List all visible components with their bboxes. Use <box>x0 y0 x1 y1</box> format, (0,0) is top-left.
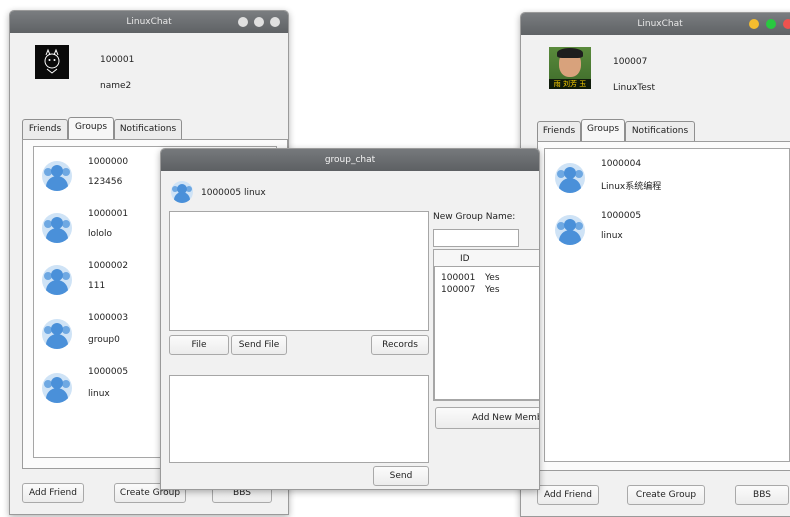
avatar[interactable]: 雨 刘芳 玉 <box>549 47 591 89</box>
group-name: linux <box>601 231 623 241</box>
records-button[interactable]: Records <box>371 335 429 355</box>
user-name: name2 <box>100 81 132 91</box>
window-title: group_chat <box>324 155 376 165</box>
title-bar[interactable]: LinuxChat <box>521 13 790 35</box>
group-avatar-icon <box>555 215 585 245</box>
window-title: LinuxChat <box>126 17 172 27</box>
tab-bar: Friends Groups Notifications <box>22 117 282 139</box>
group-id: 1000004 <box>601 159 642 169</box>
tab-friends[interactable]: Friends <box>22 119 68 139</box>
hair-icon <box>557 48 583 58</box>
close-button[interactable] <box>270 17 280 27</box>
linuxchat-window-right: LinuxChat 雨 刘芳 玉 100007 LinuxTest Friend… <box>520 12 790 517</box>
group-avatar-icon <box>42 373 72 403</box>
group-name: 123456 <box>88 177 123 187</box>
group-id: 1000001 <box>88 209 129 219</box>
group-id: 1000000 <box>88 157 129 167</box>
add-friend-button[interactable]: Add Friend <box>22 483 84 503</box>
group-id: 1000005 <box>88 367 129 377</box>
group-avatar-icon <box>42 319 72 349</box>
list-item[interactable]: 1000005 linux <box>545 207 785 259</box>
user-id: 100001 <box>100 55 135 65</box>
member-table[interactable]: ID 100001 Yes 100007 Yes <box>433 249 539 401</box>
tab-notifications[interactable]: Notifications <box>114 119 182 139</box>
send-file-button[interactable]: Send File <box>231 335 287 355</box>
add-friend-button[interactable]: Add Friend <box>537 485 599 505</box>
chat-header: 1000005 linux <box>201 188 266 198</box>
avatar[interactable] <box>35 45 69 79</box>
minimize-button[interactable] <box>749 19 759 29</box>
tab-friends[interactable]: Friends <box>537 121 581 141</box>
minimize-button[interactable] <box>238 17 248 27</box>
member-id: 100007 <box>441 285 476 295</box>
group-chat-window: group_chat 1000005 linux File Send File … <box>160 148 540 490</box>
tab-groups[interactable]: Groups <box>68 117 114 139</box>
group-name: group0 <box>88 335 120 345</box>
group-list[interactable]: 1000004 Linux系统编程 1000005 linux <box>544 148 790 462</box>
message-history[interactable] <box>169 211 429 331</box>
bbs-button[interactable]: BBS <box>735 485 789 505</box>
add-new-member-button[interactable]: Add New Member <box>435 407 539 429</box>
maximize-button[interactable] <box>254 17 264 27</box>
group-id: 1000003 <box>88 313 129 323</box>
table-row[interactable]: 100007 Yes <box>441 285 539 297</box>
send-button[interactable]: Send <box>373 466 429 486</box>
user-name: LinuxTest <box>613 83 655 93</box>
new-group-name-label: New Group Name: <box>433 212 516 222</box>
group-avatar-icon <box>171 181 193 203</box>
tab-groups[interactable]: Groups <box>581 119 625 141</box>
group-avatar-icon <box>42 213 72 243</box>
create-group-button[interactable]: Create Group <box>627 485 705 505</box>
list-item[interactable]: 1000004 Linux系统编程 <box>545 153 785 205</box>
message-input[interactable] <box>169 375 429 463</box>
file-button[interactable]: File <box>169 335 229 355</box>
group-id: 1000005 <box>601 211 642 221</box>
tab-panel: 1000004 Linux系统编程 1000005 linux <box>537 141 790 471</box>
group-avatar-icon <box>42 161 72 191</box>
group-name: 111 <box>88 281 106 291</box>
member-status: Yes <box>485 285 500 295</box>
avatar-caption: 雨 刘芳 玉 <box>549 79 591 89</box>
user-id: 100007 <box>613 57 648 67</box>
member-list[interactable]: 100001 Yes 100007 Yes <box>434 266 539 400</box>
close-button[interactable] <box>783 19 790 29</box>
title-bar[interactable]: LinuxChat <box>10 11 288 33</box>
maximize-button[interactable] <box>766 19 776 29</box>
column-header-id: ID <box>460 254 470 264</box>
group-avatar-icon <box>42 265 72 295</box>
group-avatar-icon <box>555 163 585 193</box>
table-row[interactable]: 100001 Yes <box>441 273 539 285</box>
group-name: lololo <box>88 229 113 239</box>
tab-notifications[interactable]: Notifications <box>625 121 695 141</box>
group-name: linux <box>88 389 110 399</box>
group-id: 1000002 <box>88 261 129 271</box>
member-id: 100001 <box>441 273 476 283</box>
window-title: LinuxChat <box>637 19 683 29</box>
cat-face-icon <box>44 48 60 74</box>
group-name: Linux系统编程 <box>601 182 662 192</box>
new-group-name-input[interactable] <box>433 229 519 247</box>
tab-bar: Friends Groups Notifications <box>537 119 790 141</box>
title-bar[interactable]: group_chat <box>161 149 539 171</box>
member-status: Yes <box>485 273 500 283</box>
